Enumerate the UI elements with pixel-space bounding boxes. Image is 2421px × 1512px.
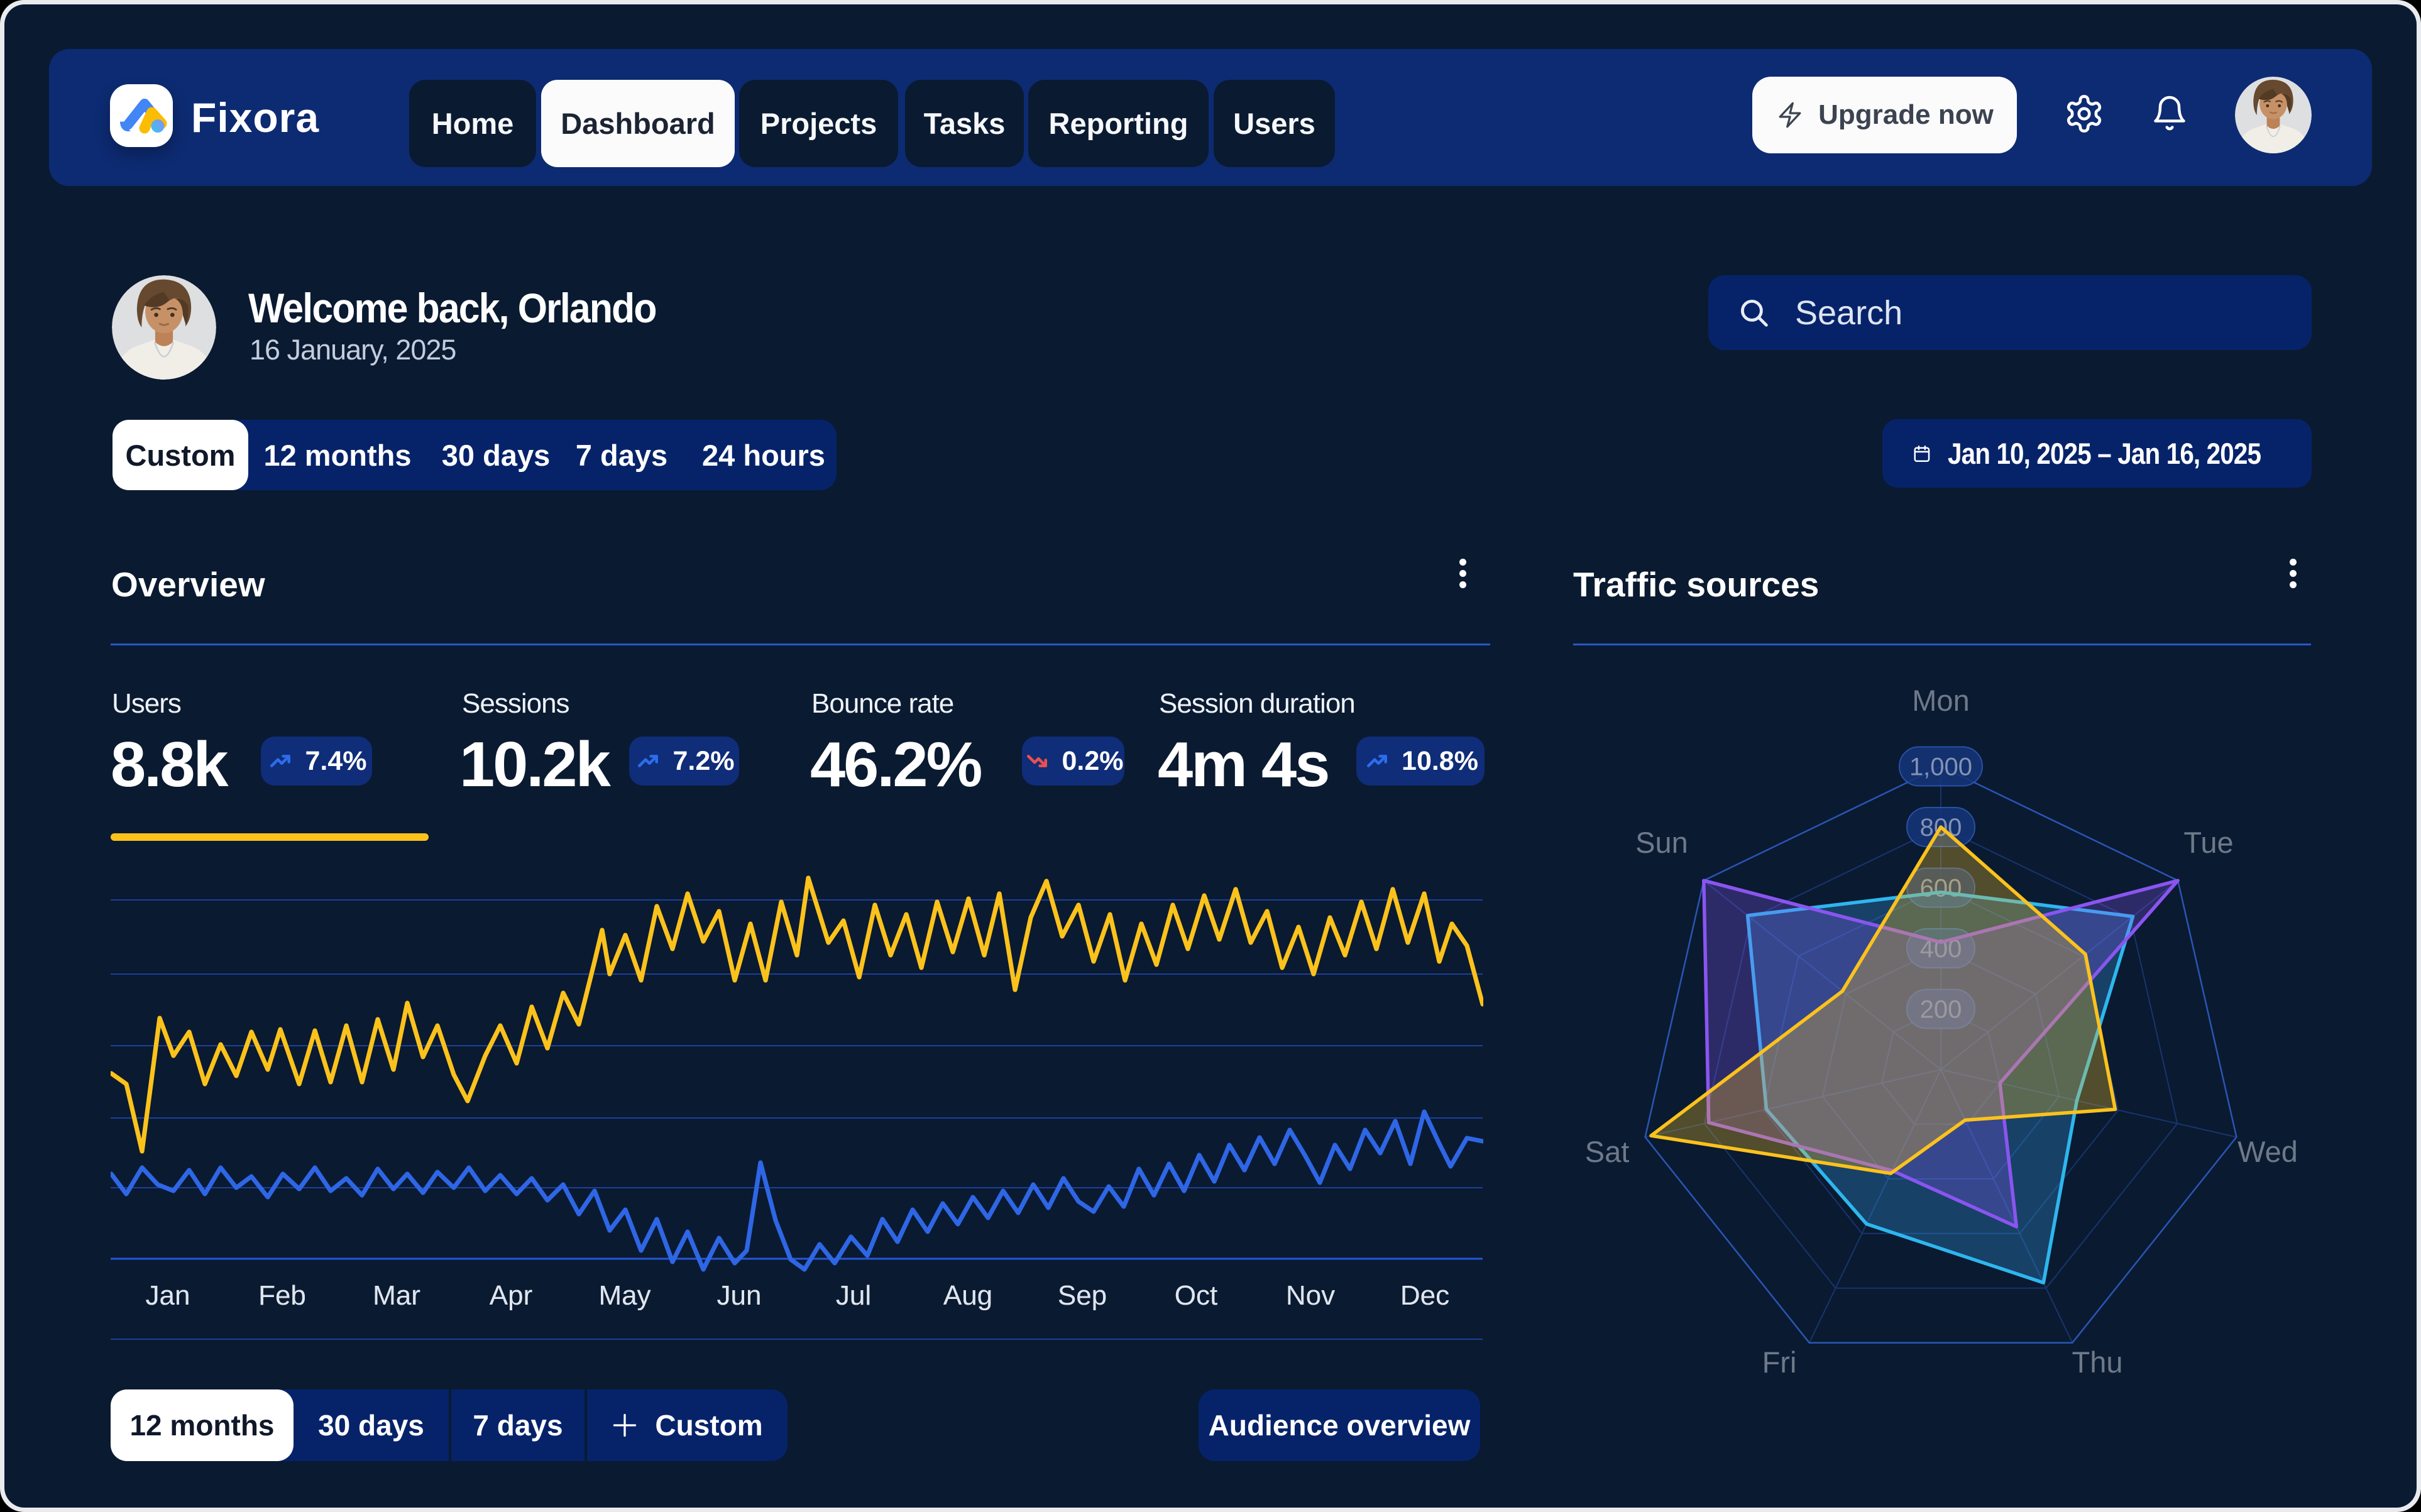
svg-text:1,000: 1,000 xyxy=(1909,753,1972,781)
svg-text:Oct: Oct xyxy=(1175,1280,1217,1311)
svg-text:Aug: Aug xyxy=(943,1280,992,1311)
svg-text:Dec: Dec xyxy=(1400,1280,1449,1311)
svg-text:Mar: Mar xyxy=(373,1280,420,1311)
svg-text:Sat: Sat xyxy=(1585,1135,1630,1168)
svg-text:Jul: Jul xyxy=(836,1280,871,1311)
svg-text:Fri: Fri xyxy=(1762,1345,1797,1379)
svg-text:Jun: Jun xyxy=(717,1280,762,1311)
svg-text:Jan: Jan xyxy=(146,1280,190,1311)
svg-text:Thu: Thu xyxy=(2072,1345,2123,1379)
svg-text:Apr: Apr xyxy=(490,1280,532,1311)
svg-text:Sep: Sep xyxy=(1058,1280,1107,1311)
svg-text:May: May xyxy=(598,1280,651,1311)
svg-text:Feb: Feb xyxy=(258,1280,306,1311)
svg-text:Mon: Mon xyxy=(1912,684,1969,717)
svg-text:Wed: Wed xyxy=(2237,1135,2298,1168)
svg-text:Sun: Sun xyxy=(1635,826,1688,859)
svg-text:Tue: Tue xyxy=(2183,826,2233,859)
svg-text:Nov: Nov xyxy=(1286,1280,1335,1311)
